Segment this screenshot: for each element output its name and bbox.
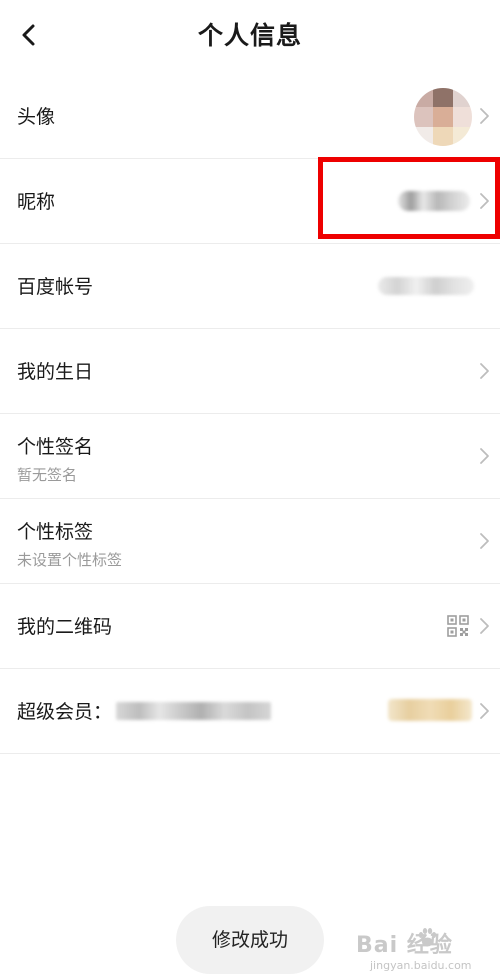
chevron-right-icon [480,363,489,379]
row-label-qr-code: 我的二维码 [17,616,113,638]
row-signature[interactable]: 个性签名 暂无签名 [0,414,500,499]
toast-message: 修改成功 [176,906,324,974]
chevron-right-icon [480,703,489,719]
paw-icon [418,928,437,947]
row-label-tags: 个性标签 [17,521,94,543]
watermark-url: jingyan.baidu.com [370,959,472,972]
row-baidu-account: 百度帐号 [0,244,500,329]
highlight-box [318,157,500,239]
chevron-right-icon [480,448,489,464]
vip-badge-blurred [388,699,472,721]
row-subtitle-signature: 暂无签名 [17,466,78,484]
row-avatar[interactable]: 头像 [0,74,500,159]
row-label-avatar: 头像 [17,106,56,128]
chevron-right-icon [480,618,489,634]
avatar [414,88,472,146]
row-label-nickname: 昵称 [17,191,56,213]
chevron-right-icon [480,108,489,124]
watermark: Bai 经验 jingyan.baidu.com [356,925,496,977]
row-label-baidu-account: 百度帐号 [17,276,94,298]
row-super-vip[interactable]: 超级会员： [0,669,500,754]
vip-status-blurred [116,702,271,720]
row-label-birthday: 我的生日 [17,361,94,383]
top-bar: 个人信息 [0,0,500,68]
chevron-right-icon [480,533,489,549]
row-tags[interactable]: 个性标签 未设置个性标签 [0,499,500,584]
row-label-super-vip: 超级会员： [17,701,113,723]
page-title: 个人信息 [197,21,302,50]
row-birthday[interactable]: 我的生日 [0,329,500,414]
row-label-signature: 个性签名 [17,436,94,458]
row-subtitle-tags: 未设置个性标签 [17,551,123,569]
qr-code-icon [447,615,469,637]
row-qr-code[interactable]: 我的二维码 [0,584,500,669]
account-value-blurred [378,277,474,295]
watermark-brand: Bai 经验 [356,933,453,958]
